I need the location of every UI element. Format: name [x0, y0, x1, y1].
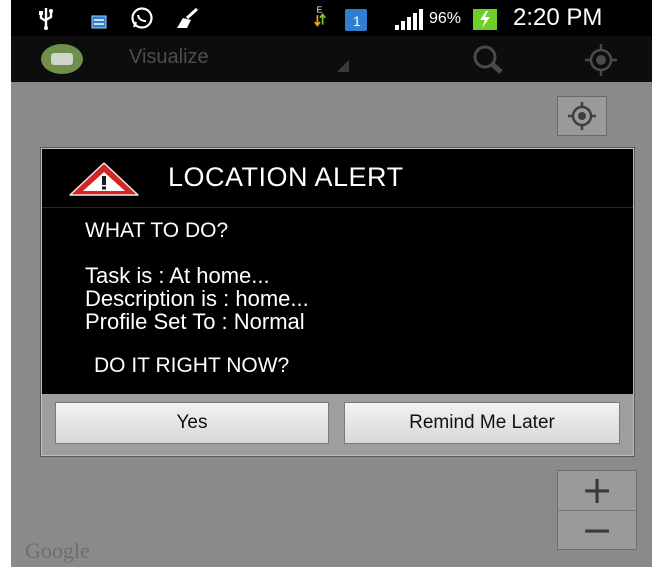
location-alert-dialog: LOCATION ALERT WHAT TO DO? Task is : At … — [41, 148, 634, 456]
battery-percent: 96% — [429, 10, 462, 27]
status-bar: E 1 96% 2:20 PM — [11, 0, 652, 36]
signal-icon — [395, 9, 423, 30]
whatsapp-icon — [131, 7, 153, 29]
zoom-control: + − — [557, 470, 637, 550]
dialog-profile: Profile Set To : Normal — [85, 309, 305, 334]
data-arrows-icon: E — [314, 5, 326, 27]
search-icon[interactable] — [463, 42, 519, 78]
svg-text:E: E — [317, 5, 323, 15]
dialog-button-bar: Yes Remind Me Later — [42, 394, 633, 455]
phone-screen: E 1 96% 2:20 PM Visualize + − Google LOC… — [11, 0, 652, 567]
google-attribution: Google — [25, 538, 90, 563]
cleaner-icon — [177, 7, 199, 28]
dropdown-indicator-icon — [337, 60, 349, 72]
notification-icon: 1 — [345, 9, 367, 31]
yes-button[interactable]: Yes — [55, 402, 329, 444]
app-logo-icon[interactable] — [41, 44, 83, 74]
crosshair-icon — [568, 102, 596, 130]
my-location-icon[interactable] — [581, 42, 621, 78]
dialog-prompt: DO IT RIGHT NOW? — [94, 354, 290, 377]
usb-icon — [39, 8, 53, 30]
svg-text:1: 1 — [353, 13, 361, 29]
remind-me-later-button[interactable]: Remind Me Later — [344, 402, 620, 444]
message-icon — [91, 15, 107, 29]
dialog-question: WHAT TO DO? — [85, 219, 229, 242]
action-bar: Visualize — [11, 36, 652, 82]
warning-icon — [69, 162, 139, 196]
status-time: 2:20 PM — [513, 4, 603, 31]
dialog-header: LOCATION ALERT — [42, 149, 633, 208]
dialog-title: LOCATION ALERT — [168, 162, 404, 192]
zoom-in-button[interactable]: + — [558, 471, 636, 510]
zoom-out-button[interactable]: − — [558, 511, 636, 550]
battery-charging-icon — [473, 9, 497, 30]
map-my-location-button[interactable] — [557, 96, 607, 136]
app-title: Visualize — [129, 46, 209, 68]
